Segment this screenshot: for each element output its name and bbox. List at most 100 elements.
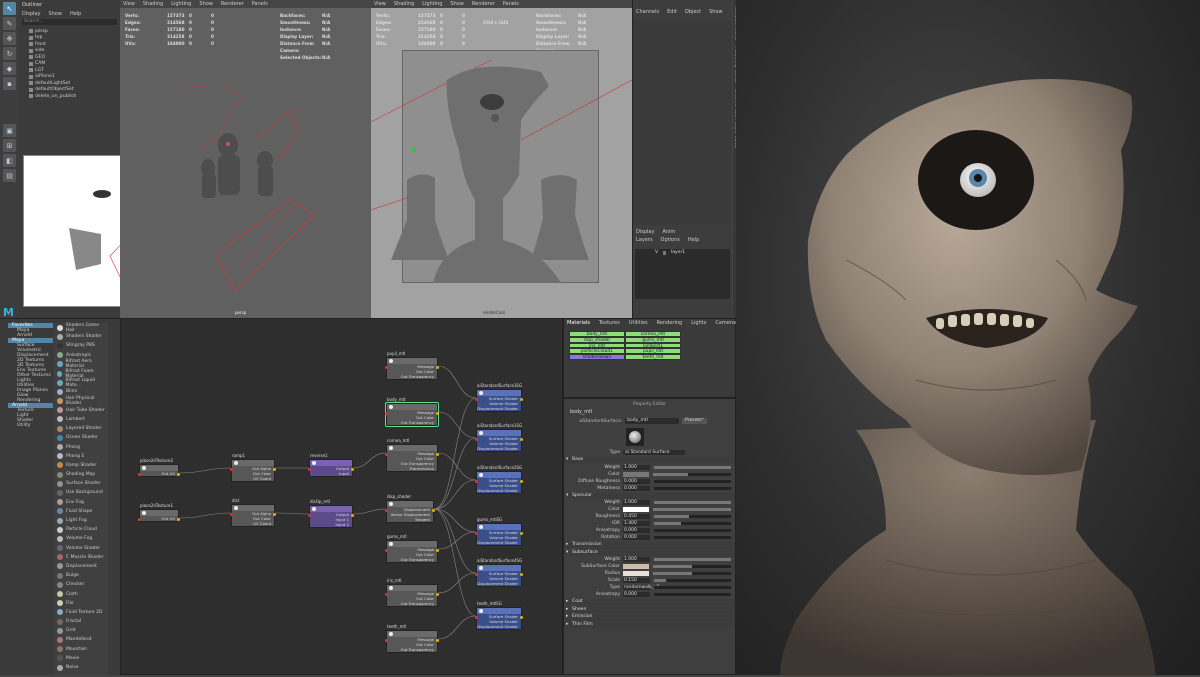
property-slider[interactable] xyxy=(654,479,731,483)
outliner-menu-item[interactable]: Help xyxy=(70,11,81,17)
shader-item[interactable]: Fractal xyxy=(54,617,108,626)
property-slider[interactable] xyxy=(653,508,731,511)
channel-box-menu-item[interactable]: Show xyxy=(709,9,723,15)
shader-node[interactable]: teeth_mtlSG Surface Shader Volume Shader Di… xyxy=(475,601,523,630)
shader-item[interactable]: Shaders Shader xyxy=(54,332,108,341)
channel-box-menu-item[interactable]: Channels xyxy=(636,9,659,15)
node-port[interactable]: Displacement Shader xyxy=(477,446,521,451)
outliner-menu-item[interactable]: Display xyxy=(22,11,40,17)
input-port-pin[interactable] xyxy=(138,473,141,476)
property-slider[interactable] xyxy=(653,565,731,568)
last-tool-icon[interactable]: ▪ xyxy=(3,77,16,90)
property-slider[interactable] xyxy=(654,536,731,539)
layer-editor-tab[interactable]: Anim xyxy=(662,229,675,235)
type-dropdown[interactable]: ai Standard Surface xyxy=(623,450,685,455)
layer-visibility-toggle[interactable]: V xyxy=(655,250,663,255)
output-port-pin[interactable] xyxy=(273,468,276,471)
shader-node[interactable]: aiStandardSurface3SG Surface Shader Volume… xyxy=(475,383,523,412)
output-port-pin[interactable] xyxy=(436,593,439,596)
materials-tab[interactable]: Utilities xyxy=(629,320,648,326)
channel-box-menu-item[interactable]: Object xyxy=(685,9,701,15)
input-port-pin[interactable] xyxy=(475,573,478,576)
output-port-pin[interactable] xyxy=(436,366,439,369)
shader-node[interactable]: pupil_mtl Message Out Color Out Transparenc… xyxy=(385,351,439,380)
node-port[interactable]: Transmission xyxy=(387,466,437,471)
shader-item[interactable]: Noise xyxy=(54,663,108,672)
output-port-pin[interactable] xyxy=(432,509,435,512)
output-port-pin[interactable] xyxy=(520,398,523,401)
property-slider[interactable] xyxy=(654,522,731,525)
node-port[interactable]: Displacement Shader xyxy=(477,488,521,493)
node-port[interactable]: Out Transparency xyxy=(387,374,437,379)
shader-item[interactable]: C Muscle Shader xyxy=(54,553,108,562)
node-port[interactable]: Out Transparency xyxy=(387,420,437,425)
four-view-icon[interactable]: ⊞ xyxy=(3,139,16,152)
output-port-pin[interactable] xyxy=(436,639,439,642)
node-port[interactable]: UV Coord xyxy=(232,476,274,481)
shader-node[interactable]: ramp1 Out Alpha Out Color UV Coord xyxy=(230,453,276,482)
output-port-pin[interactable] xyxy=(273,513,276,516)
property-value-field[interactable]: 0.000 xyxy=(623,478,650,484)
property-value-field[interactable]: 1.400 xyxy=(623,521,650,526)
layer-editor-menu-item[interactable]: Layers xyxy=(636,237,653,243)
property-value-field[interactable]: 0.450 xyxy=(623,514,650,519)
property-slider[interactable] xyxy=(654,579,731,582)
materials-tab[interactable]: Cameras xyxy=(715,320,737,326)
output-port-pin[interactable] xyxy=(520,532,523,535)
channel-box-menu-item[interactable]: Edit xyxy=(667,9,677,15)
output-port-pin[interactable] xyxy=(351,514,354,517)
input-port-pin[interactable] xyxy=(385,366,388,369)
property-slider[interactable] xyxy=(654,501,731,504)
output-port-pin[interactable] xyxy=(436,453,439,456)
node-port[interactable]: Displacement Shader xyxy=(477,406,521,411)
property-slider[interactable] xyxy=(653,572,731,575)
shader-item[interactable]: Checker xyxy=(54,580,108,589)
node-port[interactable]: Out UV xyxy=(140,471,178,476)
shader-item[interactable]: Mandelbrot xyxy=(54,635,108,644)
shader-node[interactable]: disOp_mtl Output Input 1 Input 2 xyxy=(308,499,354,528)
shader-node[interactable]: body_mtl Message Out Color Out Transparency xyxy=(385,397,439,427)
input-port-pin[interactable] xyxy=(385,549,388,552)
shader-node[interactable]: gums_mtl Message Out Color Out Transparency xyxy=(385,534,439,563)
property-value-field[interactable]: 1.000 xyxy=(623,557,650,562)
layer-editor-menu-item[interactable]: Help xyxy=(688,237,699,243)
property-slider[interactable] xyxy=(654,558,731,561)
shader-item[interactable]: Bulge xyxy=(54,571,108,580)
input-port-pin[interactable] xyxy=(475,616,478,619)
color-swatch[interactable] xyxy=(623,571,649,576)
materials-tab[interactable]: Textures xyxy=(599,320,620,326)
layer-name[interactable]: layer1 xyxy=(671,250,685,255)
output-port-pin[interactable] xyxy=(436,412,439,415)
property-value-field[interactable]: 1.000 xyxy=(623,500,650,505)
persp-outliner-icon[interactable]: ▤ xyxy=(3,169,16,182)
shader-item[interactable]: Ramp Shader xyxy=(54,461,108,470)
shader-item[interactable]: Lambert xyxy=(54,415,108,424)
shader-node[interactable]: place2dTexture2 Out UV xyxy=(138,458,180,477)
property-section-header[interactable]: Sheen xyxy=(564,606,735,613)
shader-item[interactable]: Fluid Texture 2D xyxy=(54,608,108,617)
shader-node[interactable]: gums_mtlSG Surface Shader Volume Shader Dis… xyxy=(475,517,523,546)
viewport-rendercam[interactable]: View Shading Lighting Show Renderer Panels Ve… xyxy=(371,0,632,318)
property-type-field[interactable]: body_mtl xyxy=(625,418,680,424)
property-slider[interactable] xyxy=(654,486,731,490)
shader-item[interactable]: Mountain xyxy=(54,645,108,654)
input-port-pin[interactable] xyxy=(385,412,388,415)
shader-node[interactable]: cornea_mtl Message Out Color Out Transparen… xyxy=(385,438,439,472)
shader-node[interactable]: reverse1 Output Input xyxy=(308,453,354,477)
output-port-pin[interactable] xyxy=(520,616,523,619)
shader-item[interactable]: Ocean Shader xyxy=(54,433,108,442)
input-port-pin[interactable] xyxy=(475,398,478,401)
property-value-field[interactable]: 0.000 xyxy=(623,535,650,540)
shader-item[interactable]: Particle Cloud xyxy=(54,525,108,534)
layer-editor-menu-item[interactable]: Options xyxy=(661,237,680,243)
layer-color-swatch[interactable] xyxy=(663,250,666,255)
property-slider[interactable] xyxy=(654,465,731,469)
property-value-field[interactable]: 0.000 xyxy=(623,485,650,491)
output-port-pin[interactable] xyxy=(520,573,523,576)
input-port-pin[interactable] xyxy=(138,518,141,521)
output-port-pin[interactable] xyxy=(520,480,523,483)
layer-editor-tab[interactable]: Display xyxy=(636,229,654,235)
outliner-search-input[interactable]: Search... xyxy=(22,19,117,25)
shader-item[interactable]: Phong xyxy=(54,442,108,451)
shader-node[interactable]: disp_shader Displacement Vector Displaceme… xyxy=(385,494,435,523)
